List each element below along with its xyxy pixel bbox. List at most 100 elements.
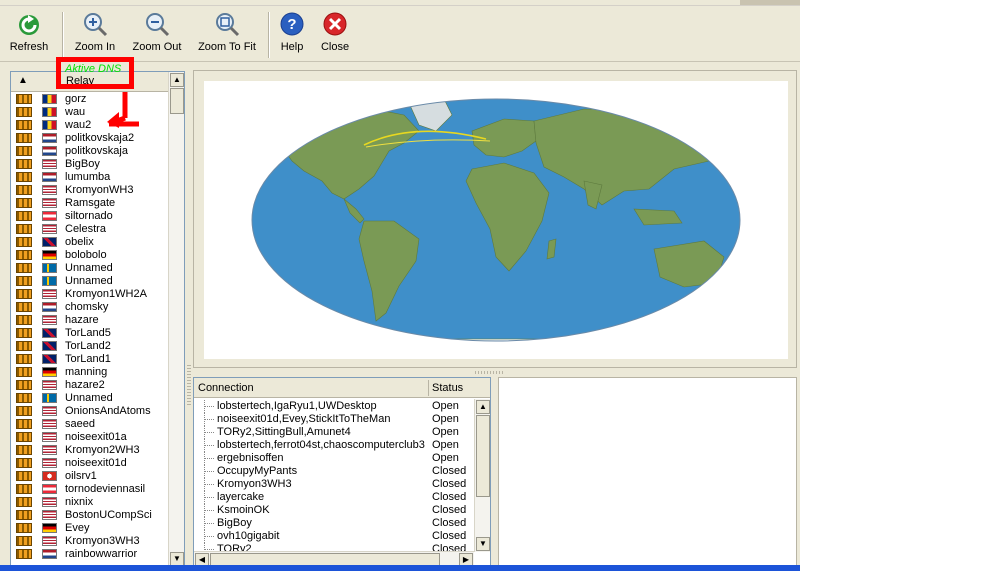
- splitter-grip[interactable]: [475, 371, 505, 374]
- zoom-in-button[interactable]: Zoom In: [70, 8, 120, 60]
- relay-list-item[interactable]: BostonUCompSci: [11, 509, 169, 522]
- relay-list-item[interactable]: saeed: [11, 418, 169, 431]
- scroll-thumb[interactable]: [170, 88, 184, 114]
- relay-list-item[interactable]: bolobolo: [11, 249, 169, 262]
- country-flag-icon: [42, 120, 57, 130]
- window-controls[interactable]: [740, 0, 800, 5]
- relay-list-item[interactable]: chomsky: [11, 301, 169, 314]
- bandwidth-bar-icon: [16, 406, 32, 416]
- relay-name: hazare: [65, 314, 99, 326]
- relay-name: gorz: [65, 93, 87, 105]
- close-button[interactable]: Close: [317, 8, 353, 60]
- relay-list-item[interactable]: Ramsgate: [11, 197, 169, 210]
- connection-row[interactable]: BigBoy Closed: [194, 517, 474, 530]
- vertical-splitter[interactable]: [186, 70, 192, 568]
- connection-name: lobstertech,ferrot04st,chaoscomputerclub…: [217, 439, 425, 451]
- relay-name: Celestra: [65, 223, 106, 235]
- relay-list-item[interactable]: Celestra: [11, 223, 169, 236]
- world-map[interactable]: [204, 81, 788, 359]
- help-button[interactable]: ? Help: [277, 8, 307, 60]
- connections-header: Connection Status: [194, 378, 490, 398]
- relay-list-item[interactable]: hazare: [11, 314, 169, 327]
- status-column-header[interactable]: Status: [432, 382, 463, 394]
- relay-list-item[interactable]: Kromyon3WH3: [11, 535, 169, 548]
- relay-list-item[interactable]: wau: [11, 106, 169, 119]
- scroll-thumb[interactable]: [476, 415, 490, 497]
- connection-column-header[interactable]: Connection: [198, 382, 254, 394]
- connection-row[interactable]: lobstertech,ferrot04st,chaoscomputerclub…: [194, 439, 474, 452]
- scroll-down-arrow-icon[interactable]: ▼: [476, 537, 490, 551]
- relay-list-scrollbar[interactable]: ▲ ▼: [168, 72, 184, 567]
- relay-list-item[interactable]: lumumba: [11, 171, 169, 184]
- relay-list-item[interactable]: noiseexit01a: [11, 431, 169, 444]
- country-flag-icon: [42, 250, 57, 260]
- connection-row[interactable]: noiseexit01d,Evey,StickItToTheMan Open: [194, 413, 474, 426]
- column-divider[interactable]: [428, 380, 429, 396]
- connection-row[interactable]: lobstertech,IgaRyu1,UWDesktop Open: [194, 400, 474, 413]
- country-flag-icon: [42, 536, 57, 546]
- refresh-label: Refresh: [9, 41, 49, 53]
- relay-list-item[interactable]: oilsrv1: [11, 470, 169, 483]
- connection-row[interactable]: KsmoinOK Closed: [194, 504, 474, 517]
- relay-name: politkovskaja: [65, 145, 128, 157]
- splitter-grip[interactable]: [187, 365, 191, 405]
- connection-row[interactable]: TORy2,SittingBull,Amunet4 Open: [194, 426, 474, 439]
- bandwidth-bar-icon: [16, 458, 32, 468]
- relay-list-item[interactable]: rainbowwarrior: [11, 548, 169, 561]
- relay-list-panel: ▲ Relay gorz wau wau2 politkovskaja2 politko…: [10, 71, 185, 568]
- relay-list-item[interactable]: Evey: [11, 522, 169, 535]
- bandwidth-bar-icon: [16, 393, 32, 403]
- country-flag-icon: [42, 263, 57, 273]
- relay-name: Unnamed: [65, 392, 113, 404]
- zoom-out-button[interactable]: Zoom Out: [130, 8, 184, 60]
- relay-list-item[interactable]: wau2: [11, 119, 169, 132]
- relay-list-item[interactable]: TorLand5: [11, 327, 169, 340]
- relay-list-item[interactable]: KromyonWH3: [11, 184, 169, 197]
- refresh-button[interactable]: Refresh: [5, 8, 53, 60]
- relay-list-item[interactable]: nixnix: [11, 496, 169, 509]
- toolbar: Refresh Zoom In Zoom Out Zoom To Fit ? H…: [0, 6, 800, 62]
- scroll-up-arrow-icon[interactable]: ▲: [170, 73, 184, 87]
- scroll-up-arrow-icon[interactable]: ▲: [476, 400, 490, 414]
- connection-row[interactable]: Kromyon3WH3 Closed: [194, 478, 474, 491]
- relay-name: TorLand5: [65, 327, 111, 339]
- connection-status: Closed: [432, 491, 467, 503]
- bandwidth-bar-icon: [16, 276, 32, 286]
- connection-row[interactable]: ergebnisoffen Open: [194, 452, 474, 465]
- bandwidth-bar-icon: [16, 471, 32, 481]
- relay-list-item[interactable]: manning: [11, 366, 169, 379]
- connection-row[interactable]: layercake Closed: [194, 491, 474, 504]
- relay-list-item[interactable]: Kromyon1WH2A: [11, 288, 169, 301]
- relay-name: politkovskaja2: [65, 132, 135, 144]
- relay-list-item[interactable]: noiseexit01d: [11, 457, 169, 470]
- relay-list-item[interactable]: politkovskaja2: [11, 132, 169, 145]
- relay-list-item[interactable]: obelix: [11, 236, 169, 249]
- tree-line: [204, 471, 214, 472]
- zoom-to-fit-button[interactable]: Zoom To Fit: [196, 8, 258, 60]
- relay-list-item[interactable]: Kromyon2WH3: [11, 444, 169, 457]
- scroll-down-arrow-icon[interactable]: ▼: [170, 552, 184, 566]
- relay-list-item[interactable]: siltornado: [11, 210, 169, 223]
- bandwidth-bar-icon: [16, 94, 32, 104]
- relay-list-item[interactable]: OnionsAndAtoms: [11, 405, 169, 418]
- connection-row[interactable]: OccupyMyPants Closed: [194, 465, 474, 478]
- country-flag-icon: [42, 419, 57, 429]
- relay-list-item[interactable]: gorz: [11, 93, 169, 106]
- connections-panel: Connection Status lobstertech,IgaRyu1,UW…: [193, 377, 491, 568]
- relay-list-item[interactable]: tornodeviennasil: [11, 483, 169, 496]
- connection-name: Kromyon3WH3: [217, 478, 292, 490]
- relay-list-item[interactable]: TorLand2: [11, 340, 169, 353]
- connection-row[interactable]: ovh10gigabit Closed: [194, 530, 474, 543]
- sort-ascending-icon[interactable]: ▲: [18, 75, 28, 86]
- relay-list-item[interactable]: politkovskaja: [11, 145, 169, 158]
- relay-list-item[interactable]: hazare2: [11, 379, 169, 392]
- relay-list-item[interactable]: Unnamed: [11, 392, 169, 405]
- relay-list-item[interactable]: TorLand1: [11, 353, 169, 366]
- connections-vertical-scrollbar[interactable]: ▲ ▼: [474, 399, 490, 552]
- relay-name: siltornado: [65, 210, 113, 222]
- relay-name: Unnamed: [65, 275, 113, 287]
- relay-list-item[interactable]: Unnamed: [11, 262, 169, 275]
- relay-list-item[interactable]: BigBoy: [11, 158, 169, 171]
- relay-list-item[interactable]: Unnamed: [11, 275, 169, 288]
- horizontal-splitter[interactable]: [193, 369, 797, 376]
